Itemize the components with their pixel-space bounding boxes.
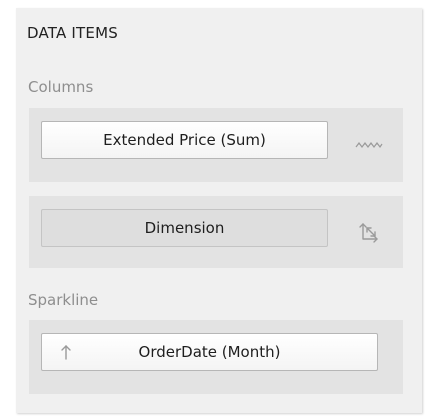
data-item-label: Dimension <box>144 219 225 237</box>
sparkline-section-label: Sparkline <box>28 291 99 309</box>
sparkline-icon[interactable] <box>351 133 387 157</box>
columns-slot-1: Extended Price (Sum) <box>29 108 403 182</box>
dimension-button[interactable]: Dimension <box>41 209 328 247</box>
orderdate-month-button[interactable]: OrderDate (Month) <box>41 333 378 371</box>
data-item-label: Extended Price (Sum) <box>103 131 266 149</box>
columns-slot-2: Dimension <box>29 196 403 268</box>
data-items-panel: DATA ITEMS Columns Extended Price (Sum) … <box>16 8 422 413</box>
columns-section-label: Columns <box>28 78 94 96</box>
extended-price-sum-button[interactable]: Extended Price (Sum) <box>41 121 328 159</box>
data-item-label: OrderDate (Month) <box>138 343 281 361</box>
swap-axes-icon[interactable] <box>351 220 387 244</box>
sparkline-slot: OrderDate (Month) <box>29 320 403 394</box>
panel-title: DATA ITEMS <box>27 24 118 42</box>
sort-ascending-icon[interactable] <box>60 343 72 361</box>
